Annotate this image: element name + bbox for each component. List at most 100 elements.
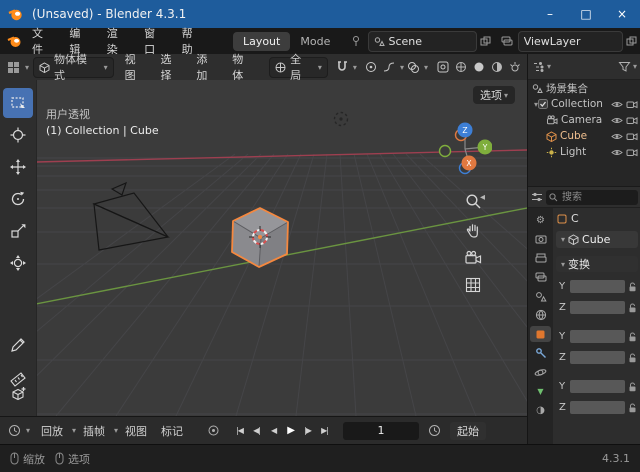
new-viewlayer-icon[interactable] [623, 36, 640, 47]
outliner-row-scene-collection[interactable]: 场景集合 [528, 80, 640, 96]
lock-icon[interactable] [628, 282, 637, 292]
tab-output[interactable] [530, 250, 551, 266]
shading-solid-icon[interactable] [470, 61, 488, 73]
render-visibility-icon[interactable] [626, 100, 638, 109]
light-object[interactable] [335, 113, 348, 126]
jump-to-end-button[interactable]: ▶| [316, 422, 333, 439]
menu-view-timeline[interactable]: 视图 [118, 423, 154, 439]
collection-checkbox[interactable] [538, 99, 548, 109]
minimize-button[interactable]: – [532, 0, 568, 28]
editor-type-icon[interactable] [4, 61, 23, 74]
viewport-options-button[interactable]: 选项 ▾ [473, 86, 515, 104]
lock-icon[interactable] [628, 403, 637, 413]
value-field[interactable] [570, 280, 625, 293]
orientation-dropdown[interactable]: 全局 ▾ [269, 57, 328, 78]
blender-menu-icon[interactable] [6, 32, 24, 50]
tool-rotate[interactable] [3, 184, 33, 214]
menu-keying[interactable]: 插帧 [76, 423, 112, 439]
tool-move[interactable] [3, 152, 33, 182]
outliner-row-collection[interactable]: ▾ Collection [528, 96, 640, 112]
tab-data[interactable]: ▼ [530, 383, 551, 399]
render-visibility-icon[interactable] [626, 132, 638, 141]
render-visibility-icon[interactable] [626, 148, 638, 157]
tab-material[interactable]: ◑ [530, 402, 551, 418]
tool-scale[interactable] [3, 216, 33, 246]
lock-icon[interactable] [628, 332, 637, 342]
timeline-editor-icon[interactable] [5, 424, 24, 437]
new-scene-icon[interactable] [477, 36, 494, 47]
autokey-icon[interactable] [204, 424, 223, 437]
shading-material-icon[interactable] [488, 61, 506, 73]
tool-add-cube[interactable] [3, 379, 33, 409]
hide-eye-icon[interactable] [611, 116, 623, 125]
value-field[interactable] [570, 401, 625, 414]
shading-rendered-icon[interactable] [506, 61, 524, 73]
render-visibility-icon[interactable] [626, 116, 638, 125]
workspace-tab-layout[interactable]: Layout [233, 32, 290, 51]
zoom-tool-icon[interactable] [462, 190, 484, 212]
menu-view[interactable]: 视图 [118, 51, 154, 83]
play-button[interactable]: ▶ [282, 422, 299, 439]
tab-object[interactable] [530, 326, 551, 342]
cube-object[interactable] [232, 208, 288, 267]
hide-eye-icon[interactable] [611, 148, 623, 157]
play-reverse-button[interactable]: ◀ [265, 422, 282, 439]
toggle-ortho-icon[interactable] [462, 274, 484, 296]
scene-selector[interactable]: Scene [368, 31, 477, 52]
value-field[interactable] [570, 380, 625, 393]
tool-select-box[interactable] [3, 88, 33, 118]
lock-icon[interactable] [628, 353, 637, 363]
outliner-editor-icon[interactable] [532, 61, 545, 73]
camera-object[interactable] [94, 183, 168, 250]
lock-icon[interactable] [628, 303, 637, 313]
value-field[interactable] [570, 301, 625, 314]
menu-select[interactable]: 选择 [154, 51, 190, 83]
tab-world[interactable] [530, 307, 551, 323]
value-field[interactable] [570, 330, 625, 343]
mode-dropdown[interactable]: 物体模式 ▾ [33, 57, 114, 78]
tool-annotate[interactable] [3, 330, 33, 360]
prev-keyframe-button[interactable]: ◀| [248, 422, 265, 439]
viewlayer-selector[interactable]: ViewLayer [518, 31, 623, 52]
tool-cursor[interactable] [3, 120, 33, 150]
next-keyframe-button[interactable]: |▶ [299, 422, 316, 439]
shading-wireframe-icon[interactable] [452, 61, 470, 73]
tab-render[interactable] [530, 231, 551, 247]
search-input[interactable] [560, 191, 635, 204]
tab-physics[interactable] [530, 364, 551, 380]
menu-markers[interactable]: 标记 [154, 423, 190, 439]
workspace-tab-modeling[interactable]: Mode [296, 32, 333, 51]
outliner-row-cube[interactable]: Cube [528, 128, 640, 144]
object-name-field[interactable]: ▾ Cube [556, 231, 638, 248]
jump-to-start-button[interactable]: |◀ [231, 422, 248, 439]
filter-funnel-icon[interactable] [618, 61, 631, 73]
snap-magnet-icon[interactable] [333, 61, 351, 73]
tab-viewlayer[interactable] [530, 269, 551, 285]
navigation-gizmo[interactable]: Z Y X [438, 122, 492, 176]
tool-transform[interactable] [3, 248, 33, 278]
current-frame-field[interactable]: 1 [343, 422, 419, 440]
tab-modifiers[interactable] [530, 345, 551, 361]
proportional-edit-icon[interactable] [362, 61, 380, 73]
pan-hand-icon[interactable] [462, 218, 484, 240]
maximize-button[interactable]: □ [568, 0, 604, 28]
tab-scene[interactable] [530, 288, 551, 304]
properties-editor-icon[interactable] [531, 191, 543, 203]
hide-eye-icon[interactable] [611, 132, 623, 141]
toggle-xray-icon[interactable] [434, 61, 452, 73]
viewport-3d[interactable]: Z Y X [0, 80, 527, 416]
value-field[interactable] [570, 351, 625, 364]
lock-icon[interactable] [628, 382, 637, 392]
hide-eye-icon[interactable] [611, 100, 623, 109]
menu-object[interactable]: 物体 [225, 51, 261, 83]
menu-playback[interactable]: 回放 [34, 423, 70, 439]
show-overlays-icon[interactable] [404, 61, 422, 73]
axis-neg-y-handle[interactable] [440, 146, 451, 157]
outliner-row-camera[interactable]: Camera [528, 112, 640, 128]
close-button[interactable]: × [604, 0, 640, 28]
tab-tool[interactable]: ⚙ [530, 212, 551, 228]
menu-add[interactable]: 添加 [189, 51, 225, 83]
clock-icon[interactable] [425, 424, 444, 437]
camera-view-icon[interactable] [462, 246, 484, 268]
properties-search-field[interactable] [546, 190, 638, 205]
